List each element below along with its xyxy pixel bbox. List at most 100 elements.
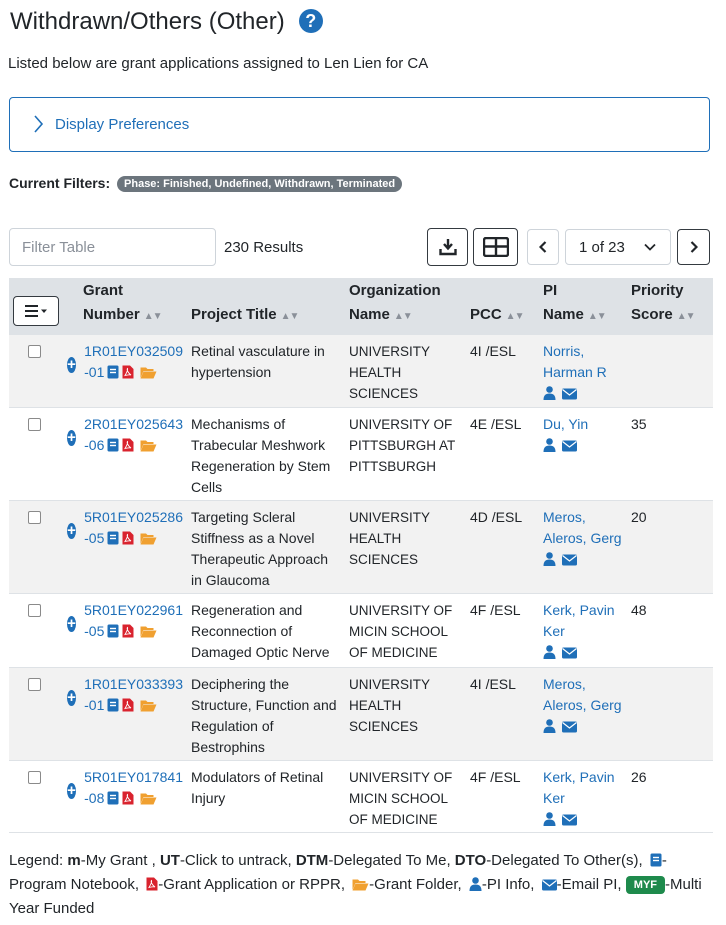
organization-header-line2: Name (349, 306, 390, 323)
next-page-button[interactable] (677, 229, 710, 265)
download-button[interactable] (427, 228, 468, 266)
envelope-icon[interactable] (562, 647, 577, 659)
grant-number-link[interactable]: 1R01EY033393 (84, 674, 183, 695)
notebook-icon[interactable] (107, 791, 119, 805)
grant-number-header-line1: Grant (83, 282, 124, 299)
expand-row-icon[interactable]: + (67, 357, 77, 373)
project-title-header[interactable]: Project Title ▲▼ (187, 278, 345, 335)
column-layout-button[interactable] (473, 228, 518, 266)
notebook-icon[interactable] (107, 438, 119, 452)
chevron-left-icon (539, 241, 547, 253)
person-icon[interactable] (543, 437, 556, 452)
results-count: 230 Results (224, 239, 304, 256)
folder-icon[interactable] (140, 625, 157, 638)
pcc-header[interactable]: PCC ▲▼ (466, 278, 539, 335)
person-icon[interactable] (543, 718, 556, 733)
folder-icon[interactable] (140, 366, 157, 379)
person-icon[interactable] (543, 644, 556, 659)
pi-cell: Norris, Harman R (539, 335, 627, 408)
pi-name-link[interactable]: Norris, Harman R (543, 341, 623, 383)
person-icon[interactable] (543, 386, 556, 400)
envelope-icon[interactable] (562, 721, 577, 733)
current-filters-label: Current Filters: (9, 175, 111, 191)
filter-table-input[interactable] (9, 228, 216, 266)
priority-score-cell (627, 667, 713, 761)
folder-icon[interactable] (140, 792, 157, 805)
sort-icon: ▲▼ (676, 311, 696, 322)
grant-number-link[interactable]: 5R01EY025286 (84, 507, 183, 528)
row-checkbox[interactable] (28, 417, 41, 431)
grant-number-link[interactable]: 5R01EY017841 (84, 767, 183, 788)
table-row: +1R01EY032509 -01 Retinal vasculature in h… (9, 335, 713, 408)
folder-icon[interactable] (140, 699, 157, 712)
organization-header[interactable]: Organization Name ▲▼ (345, 278, 466, 335)
pi-name-link[interactable]: Kerk, Pavin Ker (543, 767, 623, 809)
grant-number-link[interactable]: 2R01EY025643 (84, 414, 183, 435)
sort-icon: ▲▼ (505, 311, 525, 322)
pdf-icon[interactable] (122, 438, 134, 452)
expand-row-icon[interactable]: + (67, 429, 77, 446)
notebook-icon[interactable] (107, 365, 119, 379)
pi-name-link[interactable]: Meros, Aleros, Gerg (543, 674, 623, 716)
pi-name-link[interactable]: Du, Yin (543, 414, 623, 435)
page-subtitle: Listed below are grant applications assi… (8, 55, 429, 72)
expand-row-icon[interactable]: + (67, 689, 77, 706)
priority-score-cell: 35 (627, 407, 713, 501)
notebook-icon[interactable] (107, 531, 119, 545)
table-row: +2R01EY025643 -06 Mechanisms of Trabecular… (9, 407, 713, 501)
envelope-icon[interactable] (562, 554, 577, 566)
row-checkbox[interactable] (28, 770, 41, 784)
grant-suffix-link[interactable]: -05 (84, 623, 104, 639)
prev-page-button[interactable] (527, 229, 559, 265)
folder-icon[interactable] (140, 532, 157, 545)
row-checkbox[interactable] (28, 677, 41, 691)
pi-name-link[interactable]: Kerk, Pavin Ker (543, 600, 623, 642)
grant-suffix-link[interactable]: -01 (84, 364, 104, 380)
notebook-icon[interactable] (107, 698, 119, 712)
expand-row-icon[interactable]: + (67, 782, 77, 799)
grant-number-link[interactable]: 1R01EY032509 (84, 341, 183, 362)
person-icon[interactable] (543, 811, 556, 826)
pdf-icon[interactable] (122, 791, 134, 805)
grant-suffix-link[interactable]: -08 (84, 790, 104, 806)
pdf-icon[interactable] (122, 624, 134, 638)
priority-header-line2: Score (631, 306, 673, 323)
grant-suffix-link[interactable]: -01 (84, 697, 104, 713)
legend: Legend: m-My Grant , UT-Click to untrack… (9, 849, 714, 921)
sort-icon: ▲▼ (393, 311, 413, 322)
grant-number-header[interactable]: Grant Number ▲▼ (65, 278, 187, 335)
grant-suffix-link[interactable]: -05 (84, 530, 104, 546)
pcc-cell: 4F /ESL (466, 593, 539, 668)
priority-score-header[interactable]: Priority Score ▲▼ (627, 278, 713, 335)
pcc-header-label: PCC (470, 306, 502, 323)
column-menu-button[interactable] (13, 296, 59, 326)
row-checkbox[interactable] (28, 345, 41, 358)
person-icon[interactable] (543, 551, 556, 566)
pdf-icon[interactable] (122, 698, 134, 712)
row-checkbox[interactable] (28, 510, 41, 524)
pi-name-link[interactable]: Meros, Aleros, Gerg (543, 507, 623, 549)
envelope-icon[interactable] (562, 388, 577, 400)
folder-icon[interactable] (140, 439, 157, 452)
grant-number-link[interactable]: 5R01EY022961 (84, 600, 183, 621)
pdf-icon[interactable] (122, 531, 134, 545)
notebook-icon (650, 853, 662, 867)
grant-number-cell: +1R01EY032509 -01 (65, 335, 187, 408)
help-icon[interactable]: ? (298, 9, 323, 33)
display-preferences-label[interactable]: Display Preferences (55, 116, 189, 133)
pi-name-header[interactable]: PI Name ▲▼ (539, 278, 627, 335)
expand-row-icon[interactable]: + (67, 615, 77, 632)
row-select-cell (9, 500, 65, 594)
pdf-icon[interactable] (122, 365, 134, 379)
envelope-icon[interactable] (562, 814, 577, 826)
envelope-icon[interactable] (562, 440, 577, 452)
notebook-icon[interactable] (107, 624, 119, 638)
row-select-cell (9, 407, 65, 501)
display-preferences-panel[interactable]: Display Preferences (9, 97, 710, 152)
page-select[interactable]: 1 of 23 (565, 229, 671, 265)
grant-suffix-link[interactable]: -06 (84, 437, 104, 453)
table-row: +5R01EY025286 -05 Targeting Scleral Stiffn… (9, 500, 713, 594)
expand-row-icon[interactable]: + (67, 522, 77, 539)
row-checkbox[interactable] (28, 603, 41, 617)
person-icon (469, 877, 482, 891)
